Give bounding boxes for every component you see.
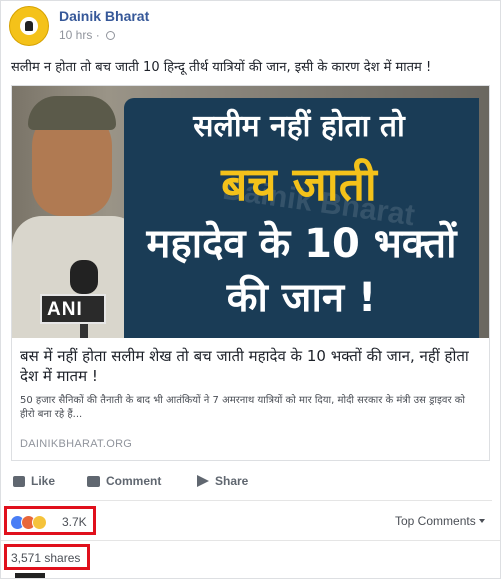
avatar-figure-icon <box>25 21 33 31</box>
divider <box>1 540 500 541</box>
shares-summary[interactable]: 3,571 shares <box>4 544 90 570</box>
post-text: सलीम न होता तो बच जाती 10 हिन्दू तीर्थ य… <box>11 60 432 75</box>
microphone-icon <box>70 260 98 294</box>
link-domain: DAINIKBHARAT.ORG <box>20 438 133 450</box>
banner-line-1: सलीम नहीं होता तो <box>193 109 405 144</box>
share-button[interactable]: Share <box>197 474 248 488</box>
caret-down-icon <box>478 519 485 523</box>
mic-pole <box>80 324 88 338</box>
comment-button[interactable]: Comment <box>87 474 161 488</box>
like-label: Like <box>31 474 56 488</box>
globe-icon <box>106 31 116 40</box>
page-name-link[interactable]: Dainik Bharat <box>59 8 149 24</box>
mic-flag: ANI <box>40 294 106 324</box>
link-title[interactable]: बस में नहीं होता सलीम शेख तो बच जाती महा… <box>20 346 482 386</box>
top-comments-dropdown[interactable]: Top Comments <box>395 514 485 528</box>
mic-flag-text: ANI <box>47 299 83 320</box>
reaction-count[interactable]: 3.7K <box>62 515 87 529</box>
link-caption: बस में नहीं होता सलीम शेख तो बच जाती महा… <box>12 338 489 460</box>
post-card: Dainik Bharat 10 hrs · सलीम न होता तो बच… <box>0 0 501 579</box>
post-header: Dainik Bharat 10 hrs · <box>9 6 489 46</box>
action-bar: Like Comment Share <box>1 467 500 497</box>
link-thumbnail[interactable]: ANI Dainik Bharat सलीम नहीं होता तो बच ज… <box>12 86 489 338</box>
divider <box>9 500 492 501</box>
shares-count[interactable]: 3,571 shares <box>11 551 80 565</box>
banner-line-2: बच जाती <box>221 157 377 211</box>
person-cap <box>28 96 116 130</box>
thumbs-up-icon <box>13 476 25 487</box>
reactions-summary[interactable]: 3.7K <box>4 506 96 535</box>
top-comments-label: Top Comments <box>395 514 476 528</box>
share-label: Share <box>215 474 249 488</box>
comment-avatar-partial <box>15 573 45 578</box>
link-description: 50 हजार सैनिकों की तैनाती के बाद भी आतंक… <box>20 395 466 420</box>
page-avatar[interactable] <box>9 6 49 46</box>
share-icon <box>197 475 209 487</box>
post-meta: 10 hrs · <box>59 28 116 42</box>
post-timestamp[interactable]: 10 hrs <box>59 28 92 42</box>
link-preview-card[interactable]: ANI Dainik Bharat सलीम नहीं होता तो बच ज… <box>11 85 490 461</box>
like-button[interactable]: Like <box>13 474 55 488</box>
sad-reaction-icon <box>32 515 47 530</box>
banner-line-4: की जान ! <box>226 275 377 321</box>
banner-line-3: महादेव के 10 भक्तों <box>146 221 457 267</box>
comment-icon <box>87 476 100 487</box>
comment-label: Comment <box>106 474 162 488</box>
